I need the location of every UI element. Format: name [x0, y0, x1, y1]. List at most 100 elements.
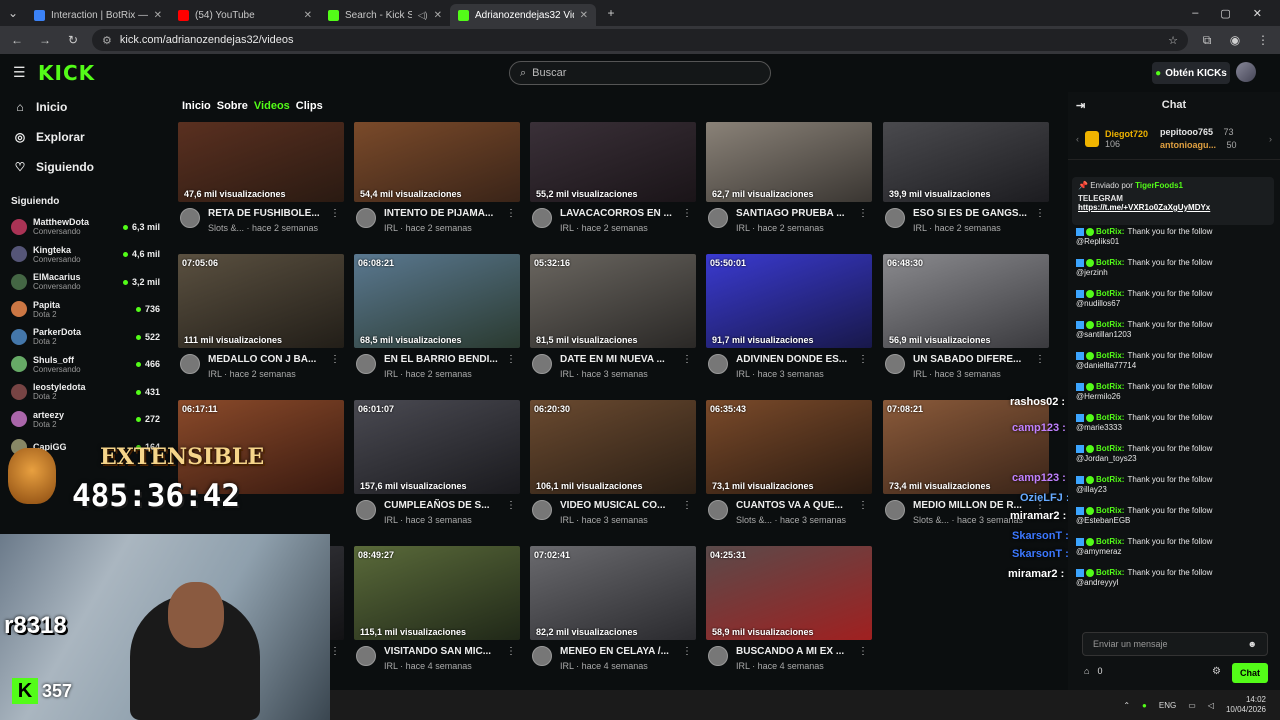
tab-close-icon[interactable]: ✕ — [154, 10, 162, 21]
video-menu-icon[interactable]: ⋮ — [506, 208, 516, 219]
video-title[interactable]: RETA DE FUSHIBOLE... — [208, 208, 320, 219]
leader-arrow-left-icon[interactable]: ‹ — [1076, 134, 1079, 144]
video-card[interactable]: 55,2 mil visualizaciones LAVACACORROS EN … — [530, 122, 696, 238]
sidebar-nav-inicio[interactable]: ⌂ Inicio — [0, 92, 170, 122]
reload-icon[interactable]: ↻ — [64, 33, 82, 47]
browser-tab[interactable]: Interaction | BotRix — Cloud St ✕ — [26, 4, 170, 26]
video-card[interactable]: 07:05:06 111 mil visualizaciones MEDALLO C… — [178, 254, 344, 394]
video-card[interactable]: 07:02:41 82,2 mil visualizaciones MENEO EN… — [530, 546, 696, 686]
video-title[interactable]: ADIVINEN DONDE ES... — [736, 354, 847, 365]
followed-channel[interactable]: MatthewDota Conversando 6,3 mil — [0, 213, 170, 241]
chat-bot-name[interactable]: BotRix: — [1096, 475, 1124, 484]
browser-tab[interactable]: (54) YouTube ✕ — [170, 4, 320, 26]
chat-bot-name[interactable]: BotRix: — [1096, 568, 1124, 577]
video-thumbnail[interactable]: 05:32:16 81,5 mil visualizaciones — [530, 254, 696, 348]
video-thumbnail[interactable]: 07:05:06 111 mil visualizaciones — [178, 254, 344, 348]
video-title[interactable]: UN SABADO DIFERE... — [913, 354, 1021, 365]
video-menu-icon[interactable]: ⋮ — [330, 354, 340, 365]
video-card[interactable]: 08:49:27 115,1 mil visualizaciones VISITAN… — [354, 546, 520, 686]
new-tab-icon[interactable]: + — [602, 6, 620, 20]
chat-settings-icon[interactable]: ⚙ — [1212, 666, 1221, 677]
volume-icon[interactable]: ◁ — [1208, 701, 1214, 710]
video-thumbnail[interactable]: 06:01:07 157,6 mil visualizaciones — [354, 400, 520, 494]
points-icon[interactable]: ⌂ — [1084, 666, 1089, 676]
language-indicator[interactable]: ENG — [1159, 701, 1176, 710]
video-title[interactable]: MEDALLO CON J BA... — [208, 354, 316, 365]
clock[interactable]: 14:02 10/04/2026 — [1226, 695, 1266, 715]
video-title[interactable]: SANTIAGO PRUEBA ... — [736, 208, 845, 219]
followed-channel[interactable]: Papita Dota 2 736 — [0, 296, 170, 324]
video-card[interactable]: 04:25:31 58,9 mil visualizaciones BUSCANDO… — [706, 546, 872, 686]
chat-bot-name[interactable]: BotRix: — [1096, 289, 1124, 298]
video-menu-icon[interactable]: ⋮ — [858, 208, 868, 219]
forward-icon[interactable]: → — [36, 33, 54, 47]
sidebar-nav-siguiendo[interactable]: ♡ Siguiendo — [0, 152, 170, 182]
video-card[interactable]: 06:35:43 73,1 mil visualizaciones CUANTOS … — [706, 400, 872, 540]
profile-icon[interactable]: ◉ — [1226, 33, 1244, 47]
followed-channel[interactable]: Shuls_off Conversando 466 — [0, 351, 170, 379]
video-card[interactable]: 05:50:01 91,7 mil visualizaciones ADIVINEN… — [706, 254, 872, 394]
followed-channel[interactable]: arteezy Dota 2 272 — [0, 406, 170, 434]
search-input[interactable]: ⌕ Buscar — [509, 61, 771, 85]
video-card[interactable]: 47,6 mil visualizaciones RETA DE FUSHIBOL… — [178, 122, 344, 238]
chat-message-input[interactable]: Enviar un mensaje ☻ — [1082, 632, 1268, 656]
video-title[interactable]: LAVACACORROS EN ... — [560, 208, 672, 219]
video-menu-icon[interactable]: ⋮ — [1035, 354, 1045, 365]
video-thumbnail[interactable]: 54,4 mil visualizaciones — [354, 122, 520, 202]
video-thumbnail[interactable]: 06:08:21 68,5 mil visualizaciones — [354, 254, 520, 348]
tab-list-icon[interactable]: ⌄ — [0, 6, 26, 20]
get-kicks-button[interactable]: ● Obtén KICKs — [1152, 62, 1230, 84]
tab-close-icon[interactable]: ✕ — [580, 10, 588, 21]
video-title[interactable]: ESO SI ES DE GANGS... — [913, 208, 1027, 219]
video-title[interactable]: BUSCANDO A MI EX ... — [736, 646, 844, 657]
site-info-icon[interactable]: ⚙ — [102, 34, 112, 47]
menu-dots-icon[interactable]: ⋮ — [1254, 33, 1272, 47]
pinned-message[interactable]: 📌 Enviado por TigerFoods1 TELEGRAM https… — [1072, 177, 1274, 225]
tab-close-icon[interactable]: ✕ — [304, 10, 312, 21]
tab-audio-icon[interactable]: ◁) — [418, 10, 428, 21]
video-thumbnail[interactable]: 06:48:30 56,9 mil visualizaciones — [883, 254, 1049, 348]
video-menu-icon[interactable]: ⋮ — [1035, 208, 1045, 219]
kick-logo[interactable]: KICK — [38, 61, 95, 85]
video-thumbnail[interactable]: 55,2 mil visualizaciones — [530, 122, 696, 202]
video-thumbnail[interactable]: 05:50:01 91,7 mil visualizaciones — [706, 254, 872, 348]
extensions-icon[interactable]: ⧉ — [1198, 33, 1216, 48]
tab-videos[interactable]: Videos — [254, 100, 290, 112]
video-thumbnail[interactable]: 06:20:30 106,1 mil visualizaciones — [530, 400, 696, 494]
collapse-chat-icon[interactable]: ⇥ — [1076, 99, 1085, 112]
video-title[interactable]: MENEO EN CELAYA /... — [560, 646, 669, 657]
followed-channel[interactable]: ParkerDota Dota 2 522 — [0, 323, 170, 351]
video-thumbnail[interactable]: 47,6 mil visualizaciones — [178, 122, 344, 202]
hamburger-icon[interactable]: ☰ — [13, 64, 26, 81]
emoji-icon[interactable]: ☻ — [1248, 639, 1257, 649]
tab-close-icon[interactable]: ✕ — [434, 10, 442, 21]
chat-bot-name[interactable]: BotRix: — [1096, 258, 1124, 267]
video-menu-icon[interactable]: ⋮ — [330, 208, 340, 219]
mic-icon[interactable]: ● — [1142, 701, 1147, 710]
video-title[interactable]: EN EL BARRIO BENDI... — [384, 354, 498, 365]
followed-channel[interactable]: leostyledota Dota 2 431 — [0, 378, 170, 406]
chat-bot-name[interactable]: BotRix: — [1096, 413, 1124, 422]
video-card[interactable]: 06:01:07 157,6 mil visualizaciones CUMPLEA… — [354, 400, 520, 540]
tray-arrow-icon[interactable]: ⌃ — [1123, 701, 1130, 710]
video-card[interactable]: 06:20:30 106,1 mil visualizaciones VIDEO M… — [530, 400, 696, 540]
tab-clips[interactable]: Clips — [296, 100, 323, 112]
user-avatar[interactable] — [1236, 62, 1256, 82]
video-thumbnail[interactable]: 08:49:27 115,1 mil visualizaciones — [354, 546, 520, 640]
sidebar-nav-explorar[interactable]: ◎ Explorar — [0, 122, 170, 152]
chat-bot-name[interactable]: BotRix: — [1096, 382, 1124, 391]
video-card[interactable]: 62,7 mil visualizaciones SANTIAGO PRUEBA … — [706, 122, 872, 238]
video-thumbnail[interactable]: 39,9 mil visualizaciones — [883, 122, 1049, 202]
video-title[interactable]: CUANTOS VA A QUE... — [736, 500, 843, 511]
chat-bot-name[interactable]: BotRix: — [1096, 444, 1124, 453]
close-window-icon[interactable]: ✕ — [1253, 7, 1262, 20]
video-menu-icon[interactable]: ⋮ — [506, 354, 516, 365]
video-menu-icon[interactable]: ⋮ — [506, 500, 516, 511]
network-icon[interactable]: ▭ — [1188, 701, 1196, 710]
video-menu-icon[interactable]: ⋮ — [682, 354, 692, 365]
video-menu-icon[interactable]: ⋮ — [330, 646, 340, 657]
chat-bot-name[interactable]: BotRix: — [1096, 537, 1124, 546]
video-menu-icon[interactable]: ⋮ — [858, 354, 868, 365]
video-menu-icon[interactable]: ⋮ — [858, 500, 868, 511]
browser-tab[interactable]: Search - Kick Streaming ◁) ✕ — [320, 4, 450, 26]
